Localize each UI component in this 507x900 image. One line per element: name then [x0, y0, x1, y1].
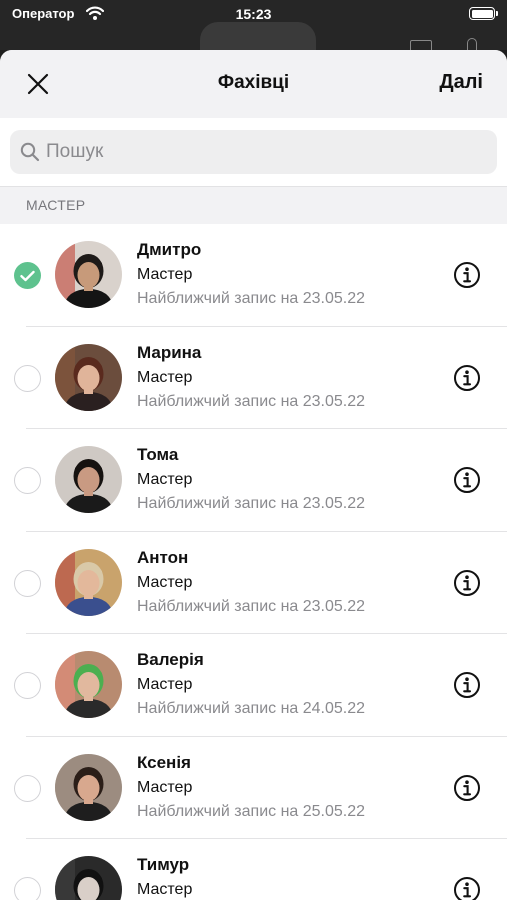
- search-bar-container: [0, 118, 507, 186]
- info-icon[interactable]: [453, 364, 481, 392]
- specialist-name: Валерія: [137, 650, 204, 669]
- nearest-appointment: Найближчий запис на 24.05.22: [137, 700, 366, 717]
- section-header: МАСТЕР: [0, 186, 507, 224]
- specialist-row[interactable]: Дмитро Мастер Найближчий запис на 23.05.…: [0, 224, 507, 327]
- info-icon[interactable]: [453, 876, 481, 900]
- avatar: [55, 343, 122, 411]
- nearest-appointment: Найближчий запис на 25.05.22: [137, 802, 366, 820]
- specialist-row[interactable]: Тома Мастер Найближчий запис на 23.05.22: [0, 429, 507, 532]
- nearest-appointment: Найближчий запис на 23.05.22: [137, 597, 366, 615]
- specialist-name: Тимур: [137, 855, 190, 874]
- selection-radio[interactable]: [14, 877, 41, 900]
- specialist-list: Дмитро Мастер Найближчий запис на 23.05.…: [0, 224, 507, 900]
- specialist-row[interactable]: Антон Мастер Найближчий запис на 23.05.2…: [0, 532, 507, 635]
- checkmark-icon: [20, 270, 35, 281]
- specialist-row[interactable]: Марина Мастер Найближчий запис на 23.05.…: [0, 327, 507, 430]
- next-button[interactable]: Далі: [439, 71, 483, 94]
- specialist-row[interactable]: Тимур Мастер: [0, 839, 507, 900]
- search-bar[interactable]: [10, 130, 497, 174]
- specialist-role: Мастер: [137, 266, 193, 283]
- search-input[interactable]: [46, 130, 476, 174]
- nearest-appointment: Найближчий запис на 23.05.22: [137, 290, 366, 307]
- specialists-sheet: Фахівці Далі МАСТЕР Дмитро Мастер Найбли…: [0, 50, 507, 900]
- specialist-name: Антон: [137, 547, 189, 567]
- info-icon[interactable]: [453, 261, 481, 289]
- specialist-role: Мастер: [137, 573, 193, 591]
- specialist-row[interactable]: Ксенія Мастер Найближчий запис на 25.05.…: [0, 737, 507, 840]
- status-time: 15:23: [235, 6, 272, 22]
- nearest-appointment: Найближчий запис на 23.05.22: [137, 495, 366, 512]
- selection-radio[interactable]: [14, 569, 41, 597]
- info-icon[interactable]: [453, 671, 481, 699]
- specialist-row[interactable]: Валерія Мастер Найближчий запис на 24.05…: [0, 634, 507, 737]
- info-icon[interactable]: [453, 466, 481, 494]
- specialist-name: Дмитро: [137, 240, 202, 259]
- search-icon: [20, 142, 40, 162]
- navigation-bar: Фахівці Далі: [0, 50, 507, 118]
- selection-radio[interactable]: [14, 262, 41, 289]
- specialist-role: Мастер: [137, 881, 193, 898]
- battery-icon: [469, 7, 498, 20]
- info-icon[interactable]: [453, 569, 481, 597]
- avatar: [55, 856, 122, 900]
- specialist-role: Мастер: [137, 676, 193, 693]
- avatar: [55, 651, 122, 718]
- page-title: Фахівці: [217, 72, 290, 93]
- selection-radio[interactable]: [14, 774, 41, 802]
- avatar: [55, 548, 122, 616]
- specialist-role: Мастер: [137, 471, 193, 488]
- selection-radio[interactable]: [14, 364, 41, 392]
- avatar: [55, 753, 122, 821]
- avatar: [55, 446, 122, 513]
- selection-radio[interactable]: [14, 467, 41, 494]
- specialist-role: Мастер: [137, 778, 193, 796]
- specialist-role: Мастер: [137, 368, 193, 386]
- info-icon[interactable]: [453, 774, 481, 802]
- specialist-name: Марина: [137, 342, 202, 362]
- selection-radio[interactable]: [14, 672, 41, 699]
- avatar: [55, 241, 122, 308]
- specialist-name: Тома: [137, 445, 179, 464]
- specialist-name: Ксенія: [137, 752, 191, 772]
- nearest-appointment: Найближчий запис на 23.05.22: [137, 392, 366, 410]
- status-bar: Оператор 15:23: [0, 0, 507, 62]
